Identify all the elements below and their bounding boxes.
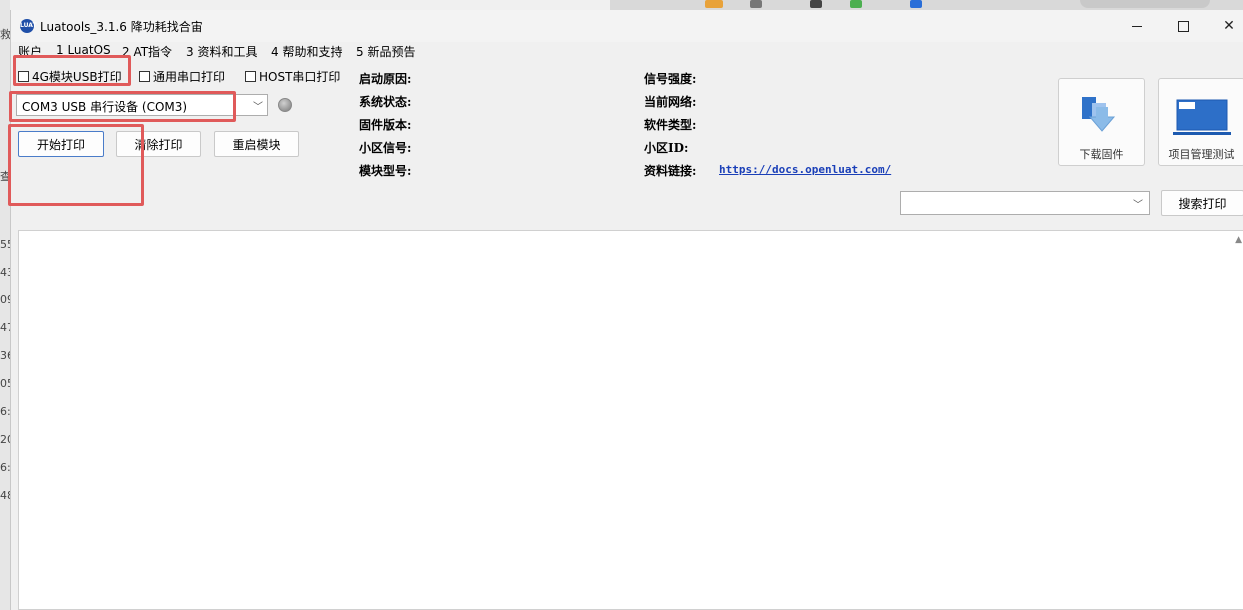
maximize-button[interactable] <box>1160 10 1206 42</box>
connection-status-icon <box>278 98 292 112</box>
highlight-box-start-button <box>8 124 144 206</box>
signal-strength-label: 信号强度: <box>644 72 697 86</box>
app-logo-icon: LUAT <box>20 19 37 33</box>
download-firmware-button[interactable]: 下载固件 <box>1058 78 1145 166</box>
menu-new-products[interactable]: 5 新品预告 <box>356 43 415 60</box>
download-firmware-label: 下载固件 <box>1079 148 1124 161</box>
system-status-label: 系统状态: <box>359 95 412 109</box>
luatools-window: LUAT Luatools_3.1.6 降功耗找合宙 ✕ 账户 1 LuatOS… <box>8 10 1243 610</box>
cell-id-label: 小区ID: <box>644 141 689 155</box>
current-network-label: 当前网络: <box>644 95 697 109</box>
software-type-label: 软件类型: <box>644 118 697 132</box>
host-print-checkbox[interactable]: HOST串口打印 <box>245 68 340 85</box>
search-print-button[interactable]: 搜索打印 <box>1161 190 1243 216</box>
download-firmware-icon <box>1082 97 1116 132</box>
minimize-icon <box>1132 25 1142 27</box>
checkbox-label: HOST串口打印 <box>259 70 341 84</box>
serial-print-checkbox[interactable]: 通用串口打印 <box>139 68 225 85</box>
search-select[interactable]: ﹀ <box>900 191 1150 215</box>
background-app-icon <box>850 0 862 8</box>
docs-link[interactable]: https://docs.openluat.com/ <box>719 163 891 176</box>
maximize-icon <box>1177 20 1189 32</box>
background-app-icon <box>705 0 723 8</box>
title-bar[interactable]: LUAT Luatools_3.1.6 降功耗找合宙 ✕ <box>11 10 1243 42</box>
menu-help-support[interactable]: 4 帮助和支持 <box>271 43 342 60</box>
menu-resources-tools[interactable]: 3 资料和工具 <box>186 43 257 60</box>
chevron-down-icon[interactable]: ﹀ <box>253 98 263 113</box>
module-model-label: 模块型号: <box>359 164 412 178</box>
boot-reason-label: 启动原因: <box>359 72 412 86</box>
docs-link-label: 资料链接: <box>644 164 697 178</box>
checkbox-label: 通用串口打印 <box>153 70 226 84</box>
project-test-label: 项目管理测试 <box>1168 148 1235 161</box>
close-icon: ✕ <box>1223 18 1235 34</box>
background-taskbar-strip <box>610 0 1243 10</box>
window-title: Luatools_3.1.6 降功耗找合宙 <box>40 20 203 34</box>
firmware-version-label: 固件版本: <box>359 118 412 132</box>
menu-bar: 账户 1 LuatOS 2 AT指令 3 资料和工具 4 帮助和支持 5 新品预… <box>11 42 1243 60</box>
highlight-box-port-select <box>9 91 236 122</box>
background-app-icon <box>810 0 822 8</box>
cell-signal-label: 小区信号: <box>359 141 412 155</box>
minimize-button[interactable] <box>1114 10 1160 42</box>
close-button[interactable]: ✕ <box>1206 10 1243 42</box>
chevron-down-icon[interactable]: ﹀ <box>1133 196 1143 211</box>
highlight-box-usb-checkbox <box>13 55 131 86</box>
project-test-button[interactable]: 项目管理测试 <box>1158 78 1243 166</box>
background-app-icon <box>750 0 762 8</box>
checkbox-box[interactable] <box>245 71 256 82</box>
background-app-icon <box>910 0 922 8</box>
log-output-area[interactable]: ▲ <box>18 230 1243 610</box>
background-pill <box>1080 0 1210 8</box>
restart-module-button[interactable]: 重启模块 <box>214 131 299 157</box>
checkbox-box[interactable] <box>139 71 150 82</box>
project-test-icon <box>1173 99 1231 135</box>
scroll-up-arrow-icon[interactable]: ▲ <box>1235 235 1242 245</box>
